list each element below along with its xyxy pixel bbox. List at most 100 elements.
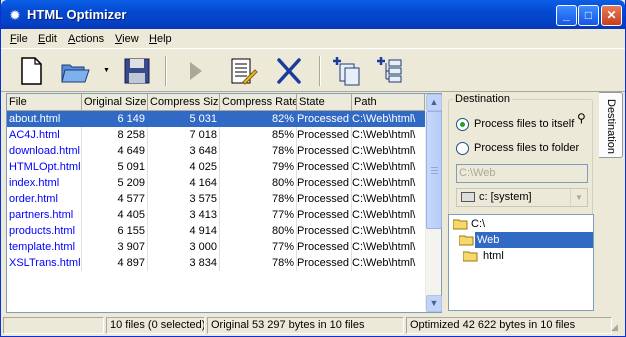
radio-process-folder[interactable] <box>456 142 469 155</box>
chevron-down-icon[interactable]: ▼ <box>570 189 587 206</box>
cell-file: order.html <box>9 193 58 205</box>
table-row[interactable]: HTMLOpt.html 5 091 4 025 79% Processed C:\Web… <box>7 159 425 175</box>
drive-select-value: c: [system] <box>479 191 532 203</box>
file-list[interactable]: File Original Size Compress Size Compres… <box>6 93 442 313</box>
cell-compress-rate: 78% <box>271 257 294 269</box>
cell-original-size: 6 149 <box>117 113 145 125</box>
minimize-button[interactable]: _ <box>556 5 577 26</box>
cell-file: AC4J.html <box>9 129 60 141</box>
column-header-path[interactable]: Path <box>352 94 425 111</box>
pin-icon[interactable]: ⚲ <box>577 111 586 125</box>
cell-original-size: 3 907 <box>117 241 145 253</box>
destination-panel: Destination Process files to itself ⚲ Pr… <box>444 93 599 313</box>
table-row[interactable]: template.html 3 907 3 000 77% Processed C:\We… <box>7 239 425 255</box>
menu-help[interactable]: Help <box>149 33 172 45</box>
cell-compress-rate: 78% <box>271 193 294 205</box>
run-play-icon[interactable] <box>179 55 211 87</box>
folder-open-icon <box>453 219 468 230</box>
tab-destination-label: Destination <box>605 99 617 155</box>
cell-path: C:\Web\html\ <box>352 129 416 141</box>
table-row[interactable]: order.html 4 577 3 575 78% Processed C:\Web\h… <box>7 191 425 207</box>
radio-process-folder-label[interactable]: Process files to folder <box>474 142 579 154</box>
cell-file: index.html <box>9 177 60 189</box>
cell-path: C:\Web\html\ <box>352 193 416 205</box>
table-row[interactable]: AC4J.html 8 258 7 018 85% Processed C:\Web\ht… <box>7 127 425 143</box>
scroll-up-icon[interactable]: ▲ <box>426 94 442 111</box>
cell-original-size: 8 258 <box>117 129 145 141</box>
cell-path: C:\Web\html\ <box>352 161 416 173</box>
cell-compress-size: 4 025 <box>189 161 217 173</box>
status-bar: 10 files (0 selected) Original 53 297 by… <box>1 315 625 336</box>
app-gear-icon: ✹ <box>9 7 21 23</box>
cell-compress-size: 3 000 <box>189 241 217 253</box>
add-files-icon[interactable] <box>331 55 363 87</box>
column-header-file[interactable]: File <box>7 94 82 111</box>
radio-process-itself[interactable] <box>456 118 469 131</box>
menu-view[interactable]: View <box>115 33 139 45</box>
column-header-compress-rate[interactable]: Compress Rate <box>220 94 297 111</box>
tree-node-html[interactable]: html <box>481 248 506 264</box>
menu-actions[interactable]: Actions <box>68 33 104 45</box>
close-button[interactable]: ✕ <box>601 5 622 26</box>
thumb-grip <box>431 173 438 174</box>
cell-path: C:\Web\html\ <box>352 225 416 237</box>
cell-original-size: 5 091 <box>117 161 145 173</box>
tree-node-root[interactable]: C:\ <box>469 216 487 232</box>
cell-path: C:\Web\html\ <box>352 145 416 157</box>
menu-file[interactable]: File <box>10 33 28 45</box>
cell-compress-rate: 82% <box>271 113 294 125</box>
maximize-button[interactable]: □ <box>578 5 599 26</box>
resize-grip-icon[interactable]: ◢ <box>611 322 623 334</box>
cell-original-size: 4 649 <box>117 145 145 157</box>
cell-file: XSLTrans.html <box>9 257 81 269</box>
cell-file: download.html <box>9 145 80 157</box>
destination-group-title: Destination <box>453 93 513 105</box>
cell-original-size: 4 405 <box>117 209 145 221</box>
table-row[interactable]: about.html 6 149 5 031 82% Processed C:\Web\h… <box>7 111 425 127</box>
title-bar[interactable]: ✹ HTML Optimizer _ □ ✕ <box>1 0 625 29</box>
table-row[interactable]: partners.html 4 405 3 413 77% Processed C:\We… <box>7 207 425 223</box>
thumb-grip <box>431 170 438 171</box>
cell-state: Processed <box>297 145 349 157</box>
column-header-state[interactable]: State <box>297 94 352 111</box>
menu-edit[interactable]: Edit <box>38 33 57 45</box>
open-folder-icon[interactable] <box>59 55 91 87</box>
save-disk-icon[interactable] <box>121 55 153 87</box>
delete-x-icon[interactable] <box>273 55 305 87</box>
cell-state: Processed <box>297 257 349 269</box>
toolbar-separator <box>319 56 321 86</box>
drive-select[interactable]: c: [system] ▼ <box>456 188 588 207</box>
drive-icon <box>461 192 475 202</box>
vertical-scrollbar[interactable]: ▲ ▼ <box>425 94 442 312</box>
status-panel-empty <box>3 317 104 334</box>
add-folder-list-icon[interactable] <box>375 55 407 87</box>
cell-state: Processed <box>297 129 349 141</box>
cell-compress-size: 7 018 <box>189 129 217 141</box>
cell-original-size: 4 897 <box>117 257 145 269</box>
destination-folder-input[interactable]: C:\Web <box>456 164 588 183</box>
table-row[interactable]: index.html 5 209 4 164 80% Processed C:\Web\h… <box>7 175 425 191</box>
table-row[interactable]: products.html 6 155 4 914 80% Processed C:\We… <box>7 223 425 239</box>
cell-compress-size: 5 031 <box>189 113 217 125</box>
cell-compress-rate: 77% <box>271 241 294 253</box>
open-dropdown-arrow-icon[interactable]: ▼ <box>103 67 110 74</box>
properties-list-icon[interactable] <box>227 55 259 87</box>
cell-original-size: 6 155 <box>117 225 145 237</box>
folder-tree[interactable]: C:\ Web html <box>448 214 594 311</box>
table-row[interactable]: download.html 4 649 3 648 78% Processed C:\We… <box>7 143 425 159</box>
column-header-original-size[interactable]: Original Size <box>82 94 148 111</box>
cell-path: C:\Web\html\ <box>352 209 416 221</box>
tree-node-web[interactable]: Web <box>475 232 593 248</box>
cell-file: template.html <box>9 241 76 253</box>
new-file-icon[interactable] <box>15 55 47 87</box>
scroll-thumb[interactable] <box>426 111 442 229</box>
cell-state: Processed <box>297 209 349 221</box>
column-header-compress-size[interactable]: Compress Size <box>148 94 220 111</box>
tab-destination[interactable]: Destination <box>599 92 623 158</box>
scroll-down-icon[interactable]: ▼ <box>426 295 442 312</box>
status-files: 10 files (0 selected) <box>106 317 205 334</box>
table-row[interactable]: XSLTrans.html 4 897 3 834 78% Processed C:\We… <box>7 255 425 271</box>
cell-path: C:\Web\html\ <box>352 241 416 253</box>
radio-process-itself-label[interactable]: Process files to itself <box>474 118 574 130</box>
cell-compress-size: 3 834 <box>189 257 217 269</box>
